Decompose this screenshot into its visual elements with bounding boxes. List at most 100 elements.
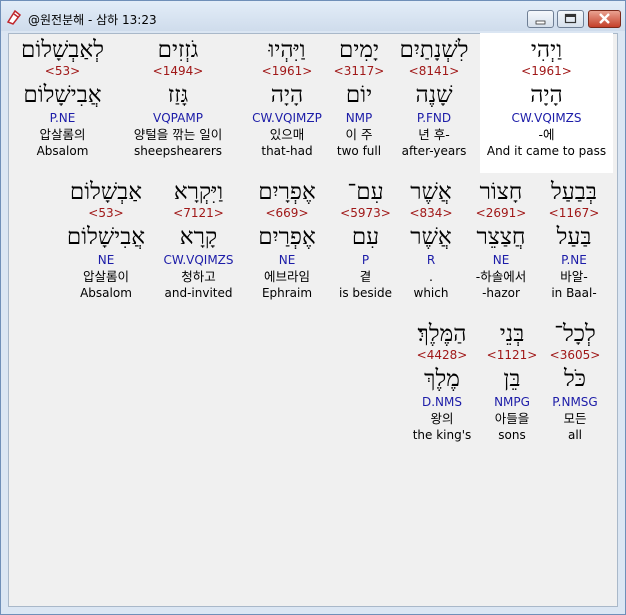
lemma: קָרָא <box>179 224 218 250</box>
english-gloss: Ephraim <box>261 286 313 300</box>
english-gloss: sons <box>498 428 526 442</box>
parsing-code: CW.VQIMZP <box>252 111 322 125</box>
korean-gloss: 에브라임 <box>263 269 310 284</box>
korean-gloss: 압살롬의 <box>39 127 86 142</box>
lemma: חֲצַצֵר <box>476 224 526 250</box>
lemma: אֲשֶׁר <box>410 224 452 250</box>
english-gloss: which <box>413 286 449 300</box>
korean-gloss: 있으매 <box>269 127 305 142</box>
title-bar[interactable]: @원전분해 - 삼하 13:23 <box>1 1 625 31</box>
lemma: הָיָה <box>530 82 563 108</box>
app-icon <box>6 9 22 25</box>
word-cell[interactable]: וַיִּקְרָא <7121> קָרָא CW.VQIMZS 청하고 an… <box>155 178 242 301</box>
word-cell[interactable]: בְּבַעַל <1167> בַּעַל P.NE 바알- in Baal- <box>539 178 609 301</box>
strong-number[interactable]: <1167> <box>539 206 609 220</box>
lemma: בַּעַל <box>556 224 592 250</box>
strong-number[interactable]: <4428> <box>407 348 477 362</box>
parsing-code: NMPG <box>494 395 530 409</box>
english-gloss: two full <box>336 144 382 158</box>
word-cell[interactable]: אֲשֶׁר <834> אֲשֶׁר R . which <box>401 178 461 301</box>
english-gloss: -hazor <box>482 286 520 300</box>
korean-gloss: -에 <box>538 127 555 142</box>
hebrew-word: יָמִים <box>338 37 380 63</box>
lemma: אֶפְרַיִם <box>258 224 316 250</box>
hebrew-word: חָצוֹר <box>479 179 523 205</box>
lemma: בֵּן <box>503 366 521 392</box>
word-cell[interactable]: לְאַבְשָׁלוֹם <53> אֲבִישָׁלוֹם P.NE 압살롬… <box>11 36 114 159</box>
strong-number[interactable]: <3605> <box>541 348 609 362</box>
close-button[interactable] <box>588 10 621 28</box>
parsing-code: P.NMSG <box>552 395 598 409</box>
english-gloss: all <box>567 428 583 442</box>
maximize-button[interactable] <box>557 10 584 28</box>
parsing-code: NMP <box>345 111 373 125</box>
english-gloss: after-years <box>401 144 467 158</box>
korean-gloss: 청하고 <box>181 269 216 284</box>
maximize-icon <box>564 13 577 24</box>
word-cell[interactable]: וַיִּהְיוּ <1961> הָיָה CW.VQIMZP 있으매 th… <box>245 36 329 159</box>
korean-gloss: 바알- <box>560 269 588 284</box>
english-gloss: And it came to pass <box>486 144 607 158</box>
word-cell[interactable]: בְּנֵי <1121> בֵּן NMPG 아들을 sons <box>481 320 543 443</box>
english-gloss: and-invited <box>164 286 233 300</box>
english-gloss: Absalom <box>36 144 89 158</box>
strong-number[interactable]: <834> <box>401 206 461 220</box>
hebrew-word: לְכָל־ <box>554 321 596 347</box>
minimize-icon <box>535 20 546 25</box>
hebrew-word: בְּבַעַל <box>551 179 597 205</box>
word-cell[interactable]: לְכָל־ <3605> כֹּל P.NMSG 모든 all <box>541 320 609 443</box>
korean-gloss: 모든 <box>563 411 587 426</box>
english-gloss: Absalom <box>80 286 132 300</box>
parsing-code: D.NMS <box>421 395 462 409</box>
strong-number[interactable]: <53> <box>61 206 151 220</box>
hebrew-word: לִשְׁנָתַיִם <box>399 37 469 63</box>
parsing-code: P.FND <box>416 111 452 125</box>
word-cell[interactable]: גֹזְזִים <1494> גָּזַז VQPAMP 양털을 깎는 일이 … <box>119 36 237 159</box>
strong-number[interactable]: <669> <box>246 206 328 220</box>
korean-gloss: -하솔에서 <box>475 269 527 284</box>
strong-number[interactable]: <7121> <box>155 206 242 220</box>
word-cell[interactable]: אַבְשָׁלוֹם <53> אֲבִישָׁלוֹם NE 압살롬이 Ab… <box>61 178 151 301</box>
word-cell[interactable]: עִם־ <5973> עִם P 곁 is beside <box>333 178 398 301</box>
hebrew-word: וַיְהִי <box>530 37 563 63</box>
hebrew-word: עִם־ <box>347 179 384 205</box>
strong-number[interactable]: <8141> <box>389 64 479 78</box>
interlinear-view[interactable]: וַיְהִי <1961> הָיָה CW.VQIMZS -에 And it… <box>8 33 618 607</box>
minimize-button[interactable] <box>527 10 554 28</box>
hebrew-word: לְאַבְשָׁלוֹם <box>21 37 104 63</box>
strong-number[interactable]: <1494> <box>119 64 237 78</box>
hebrew-word: אֲשֶׁר <box>410 179 452 205</box>
word-cell[interactable]: הַמֶּלֶךְ׃ <4428> מֶלֶךְ D.NMS 왕의 the ki… <box>407 320 477 443</box>
strong-number[interactable]: <53> <box>11 64 114 78</box>
app-window: @원전분해 - 삼하 13:23 וַיְהִי <1961> הָיָה CW… <box>0 0 626 615</box>
english-gloss: the king's <box>412 428 472 442</box>
lemma: הָיָה <box>270 82 304 108</box>
parsing-code: NE <box>492 253 510 267</box>
word-cell[interactable]: יָמִים <3117> יוֹם NMP 이 주 two full <box>324 36 394 159</box>
parsing-code: VQPAMP <box>153 111 203 125</box>
word-cell[interactable]: אֶפְרָיִם <669> אֶפְרַיִם NE 에브라임 Ephrai… <box>246 178 328 301</box>
english-gloss: in Baal- <box>551 286 597 300</box>
strong-number[interactable]: <1961> <box>480 64 613 78</box>
strong-number[interactable]: <3117> <box>324 64 394 78</box>
korean-gloss: 이 주 <box>345 127 373 142</box>
strong-number[interactable]: <1121> <box>481 348 543 362</box>
strong-number[interactable]: <5973> <box>333 206 398 220</box>
word-cell[interactable]: חָצוֹר <2691> חֲצַצֵר NE -하솔에서 -hazor <box>466 178 536 301</box>
english-gloss: sheepshearers <box>133 144 223 158</box>
parsing-code: CW.VQIMZS <box>163 253 234 267</box>
strong-number[interactable]: <1961> <box>245 64 329 78</box>
word-cell[interactable]: לִשְׁנָתַיִם <8141> שָׁנֶה P.FND 년 후- af… <box>389 36 479 159</box>
lemma: יוֹם <box>345 82 373 108</box>
lemma: מֶלֶךְ <box>424 366 460 392</box>
korean-gloss: 곁 <box>359 269 372 284</box>
parsing-code: P.NE <box>561 253 587 267</box>
lemma: שָׁנֶה <box>415 82 453 108</box>
korean-gloss: 압살롬이 <box>82 269 129 284</box>
strong-number[interactable]: <2691> <box>466 206 536 220</box>
parsing-code: NE <box>278 253 296 267</box>
hebrew-word: הַמֶּלֶךְ׃ <box>417 321 467 347</box>
lemma: גָּזַז <box>167 82 189 108</box>
word-cell[interactable]: וַיְהִי <1961> הָיָה CW.VQIMZS -에 And it… <box>480 36 613 159</box>
window-title: @원전분해 - 삼하 13:23 <box>28 13 157 27</box>
